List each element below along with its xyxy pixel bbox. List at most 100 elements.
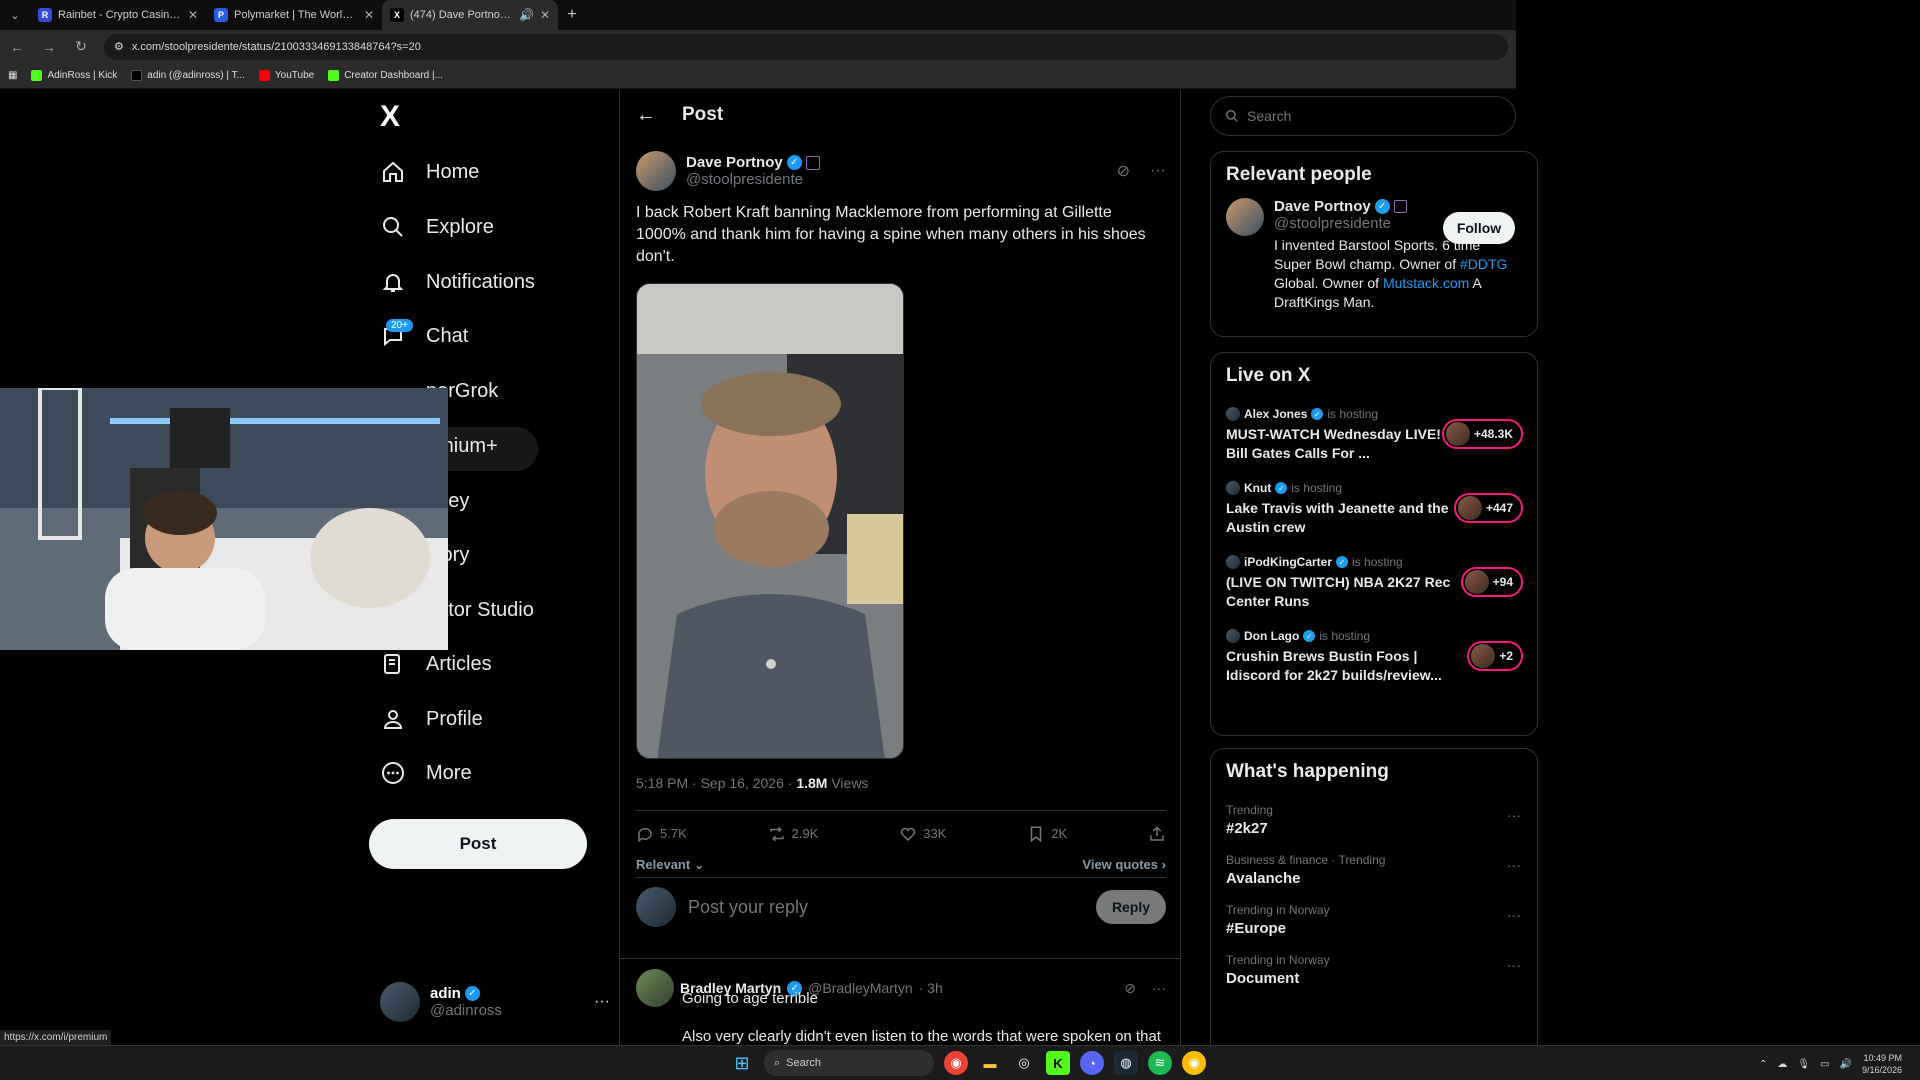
taskbar-search[interactable]: ⌕ Search bbox=[764, 1050, 934, 1076]
speaker-icon[interactable]: 🔊 bbox=[519, 8, 534, 22]
trend-item[interactable]: Business & finance · Trending Avalanche … bbox=[1211, 845, 1537, 895]
post-time[interactable]: 5:18 PM · Sep 16, 2026 · bbox=[636, 775, 796, 791]
discord-icon[interactable]: ◔ bbox=[1080, 1051, 1104, 1075]
bookmark-youtube[interactable]: YouTube bbox=[258, 70, 314, 81]
forward-arrow-icon[interactable]: → bbox=[40, 39, 58, 55]
host-status: is hosting bbox=[1327, 407, 1379, 421]
follow-button[interactable]: Follow bbox=[1443, 212, 1515, 244]
reply-button[interactable]: Reply bbox=[1096, 890, 1166, 924]
nav-item-chat[interactable]: 20+ Chat bbox=[380, 311, 468, 361]
close-tab-icon[interactable]: ✕ bbox=[188, 8, 198, 22]
bio-hashtag-link[interactable]: #DDTG bbox=[1460, 256, 1507, 272]
browser-tab-rainbet[interactable]: R Rainbet - Crypto Casino & Spo ✕ bbox=[30, 0, 206, 30]
nav-item-more[interactable]: More bbox=[380, 748, 472, 798]
file-explorer-icon[interactable]: ▬ bbox=[978, 1051, 1002, 1075]
host-name: iPodKingCarter bbox=[1244, 555, 1333, 569]
share-action[interactable] bbox=[1148, 825, 1166, 843]
volume-icon[interactable]: 🔊 bbox=[1840, 1059, 1852, 1070]
trend-item[interactable]: Trending in Norway Document ··· bbox=[1211, 945, 1537, 995]
microphone-icon[interactable]: 🎙 bbox=[1797, 1059, 1810, 1070]
reply-tweet[interactable]: Bradley Martyn ✓ @BradleyMartyn · 3h ⊘ ·… bbox=[620, 958, 1180, 1045]
more-dots-icon[interactable]: ··· bbox=[1507, 807, 1521, 823]
kick-icon[interactable]: K bbox=[1046, 1051, 1070, 1075]
live-item[interactable]: Don Lago ✓ is hosting Crushin Brews Bustin… bbox=[1211, 621, 1537, 695]
repost-action[interactable]: 2.9K bbox=[768, 825, 818, 843]
system-clock[interactable]: 10:49 PM 9/16/2026 bbox=[1862, 1052, 1902, 1076]
site-settings-icon[interactable]: ⚙ bbox=[114, 40, 124, 53]
kick-icon bbox=[328, 70, 340, 81]
live-item[interactable]: iPodKingCarter ✓ is hosting (LIVE ON TWITC… bbox=[1211, 547, 1537, 621]
reply-input[interactable]: Post your reply bbox=[688, 897, 1084, 918]
steam-icon[interactable]: ◍ bbox=[1114, 1051, 1138, 1075]
close-tab-icon[interactable]: ✕ bbox=[540, 8, 550, 22]
reply-action[interactable]: 5.7K bbox=[636, 825, 687, 843]
bookmark-creator-dashboard[interactable]: Creator Dashboard |... bbox=[328, 70, 443, 81]
account-name: adin bbox=[430, 985, 461, 1002]
more-dots-icon[interactable]: ··· bbox=[1152, 980, 1166, 996]
new-tab-button[interactable]: + bbox=[558, 0, 586, 30]
live-listeners-pill[interactable]: +94 bbox=[1460, 567, 1523, 597]
relevant-person-avatar[interactable] bbox=[1226, 198, 1264, 236]
more-dots-icon[interactable]: ··· bbox=[594, 993, 610, 1011]
account-switcher[interactable]: adin ✓ @adinross ··· bbox=[380, 978, 610, 1026]
x-logo-icon[interactable]: X bbox=[380, 100, 400, 134]
chat-badge: 20+ bbox=[386, 319, 413, 332]
monitor-icon[interactable]: ▭ bbox=[1820, 1059, 1829, 1070]
search-input[interactable]: Search bbox=[1210, 96, 1516, 136]
reply-author-handle[interactable]: @BradleyMartyn bbox=[808, 980, 912, 996]
live-listeners-pill[interactable]: +2 bbox=[1467, 641, 1523, 671]
tab-search-chevron-icon[interactable]: ⌄ bbox=[0, 0, 30, 30]
post-video[interactable] bbox=[636, 283, 904, 759]
more-dots-icon[interactable]: ··· bbox=[1507, 907, 1521, 923]
post-button[interactable]: Post bbox=[369, 819, 587, 869]
live-listeners-pill[interactable]: +447 bbox=[1453, 493, 1523, 523]
reply-author-avatar[interactable] bbox=[636, 969, 674, 1007]
browser-tab-polymarket[interactable]: P Polymarket | The World's Large ✕ bbox=[206, 0, 382, 30]
clock-time: 10:49 PM bbox=[1863, 1053, 1902, 1063]
relevant-person-name[interactable]: Dave Portnoy bbox=[1274, 198, 1371, 215]
back-arrow-icon[interactable]: ← bbox=[636, 104, 656, 127]
reply-time: · 3h bbox=[918, 980, 943, 996]
apps-grid-icon[interactable]: ▦ bbox=[8, 70, 17, 81]
nav-item-notifications[interactable]: Notifications bbox=[380, 257, 535, 307]
live-item[interactable]: Alex Jones ✓ is hosting MUST-WATCH Wednesd… bbox=[1211, 399, 1537, 473]
grok-explain-icon[interactable]: ⊘ bbox=[1124, 980, 1136, 997]
sort-replies-dropdown[interactable]: Relevant ⌄ bbox=[636, 857, 705, 873]
trend-item[interactable]: Trending in Norway #Europe ··· bbox=[1211, 895, 1537, 945]
grok-explain-icon[interactable]: ⊘ bbox=[1117, 161, 1130, 181]
trend-item[interactable]: Trending #2k27 ··· bbox=[1211, 795, 1537, 845]
close-tab-icon[interactable]: ✕ bbox=[364, 8, 374, 22]
nav-item-profile[interactable]: Profile bbox=[380, 694, 483, 744]
live-item[interactable]: Knut ✓ is hosting Lake Travis with Jeanett… bbox=[1211, 473, 1537, 547]
nav-item-home[interactable]: Home bbox=[380, 147, 479, 197]
more-dots-icon[interactable]: ··· bbox=[1507, 957, 1521, 973]
bell-icon bbox=[380, 269, 406, 295]
trend-name: #Europe bbox=[1226, 920, 1287, 937]
author-name[interactable]: Dave Portnoy bbox=[686, 154, 783, 171]
chrome-icon[interactable]: ◉ bbox=[944, 1051, 968, 1075]
chrome-active-icon[interactable]: ◉ bbox=[1182, 1051, 1206, 1075]
nav-item-explore[interactable]: Explore bbox=[380, 202, 494, 252]
more-dots-icon[interactable]: ··· bbox=[1507, 857, 1521, 873]
bookmark-action[interactable]: 2K bbox=[1027, 825, 1067, 843]
url-field[interactable]: ⚙ x.com/stoolpresidente/status/210033346… bbox=[104, 33, 1508, 60]
chevron-up-icon[interactable]: ⌃ bbox=[1759, 1059, 1767, 1070]
bio-website-link[interactable]: Mutstack.com bbox=[1383, 275, 1469, 291]
back-arrow-icon[interactable]: ← bbox=[8, 39, 26, 55]
reload-icon[interactable]: ↻ bbox=[72, 38, 90, 55]
more-dots-icon[interactable]: ··· bbox=[1150, 162, 1166, 180]
like-action[interactable]: 33K bbox=[899, 825, 946, 843]
verified-badge-icon: ✓ bbox=[786, 155, 802, 170]
author-handle[interactable]: @stoolpresidente bbox=[686, 171, 1107, 188]
browser-tab-x-post[interactable]: X (474) Dave Portnoy on X: "I 🔊 ✕ bbox=[382, 0, 558, 30]
author-avatar[interactable] bbox=[636, 151, 676, 191]
cloud-icon[interactable]: ☁ bbox=[1777, 1059, 1787, 1070]
obs-icon[interactable]: ◎ bbox=[1012, 1051, 1036, 1075]
bookmark-x-adin[interactable]: adin (@adinross) | T... bbox=[131, 70, 245, 81]
bookmark-kick[interactable]: AdinRoss | Kick bbox=[31, 70, 117, 81]
live-listeners-pill[interactable]: +48.3K bbox=[1441, 419, 1523, 449]
listener-avatar bbox=[1464, 570, 1489, 594]
windows-start-icon[interactable]: ⊞ bbox=[730, 1051, 754, 1075]
spotify-icon[interactable]: ≋ bbox=[1148, 1051, 1172, 1075]
view-quotes-link[interactable]: View quotes › bbox=[1082, 857, 1166, 872]
